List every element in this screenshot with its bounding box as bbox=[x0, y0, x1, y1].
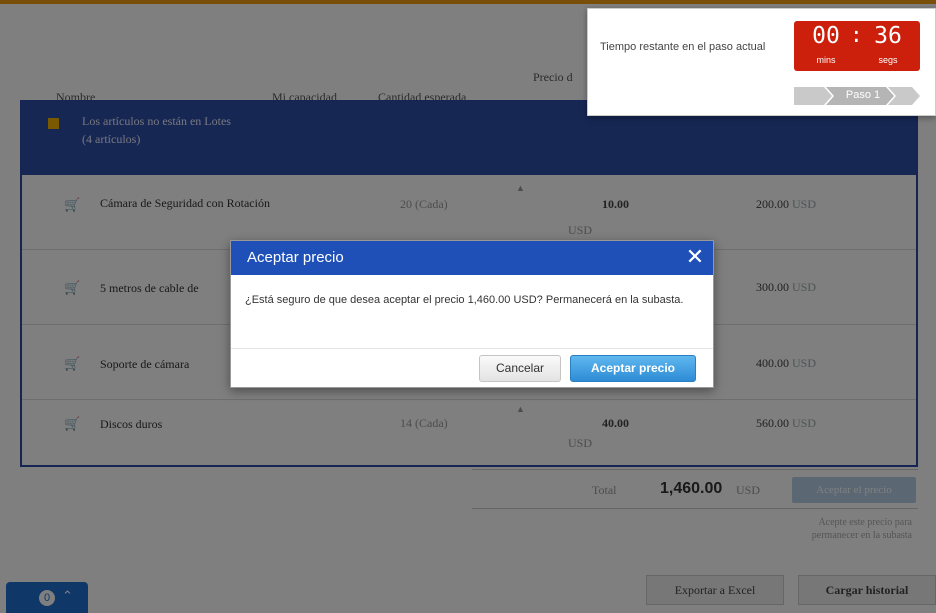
accept-price-dialog: Aceptar precio ✕ ¿Está seguro de que des… bbox=[230, 240, 714, 388]
step-label: Paso 1 bbox=[845, 89, 881, 101]
dialog-title: Aceptar precio bbox=[247, 249, 344, 266]
countdown-timer: 00 : 36 mins segs bbox=[794, 21, 920, 71]
timer-minutes-label: mins bbox=[816, 55, 836, 65]
dialog-header: Aceptar precio ✕ bbox=[231, 241, 713, 275]
cancel-button[interactable]: Cancelar bbox=[479, 355, 561, 382]
timer-separator: : bbox=[850, 23, 863, 47]
dialog-divider bbox=[231, 348, 713, 349]
close-icon[interactable]: ✕ bbox=[681, 244, 709, 272]
timer-seconds-label: segs bbox=[878, 55, 898, 65]
confirm-accept-price-button[interactable]: Aceptar precio bbox=[570, 355, 696, 382]
step-indicator: Paso 1 bbox=[794, 87, 920, 105]
timer-panel: Tiempo restante en el paso actual 00 : 3… bbox=[587, 8, 936, 116]
dialog-message: ¿Está seguro de que desea aceptar el pre… bbox=[245, 294, 684, 306]
timer-seconds: 36 bbox=[874, 23, 902, 49]
timer-label: Tiempo restante en el paso actual bbox=[600, 41, 766, 53]
timer-minutes: 00 bbox=[812, 23, 840, 49]
